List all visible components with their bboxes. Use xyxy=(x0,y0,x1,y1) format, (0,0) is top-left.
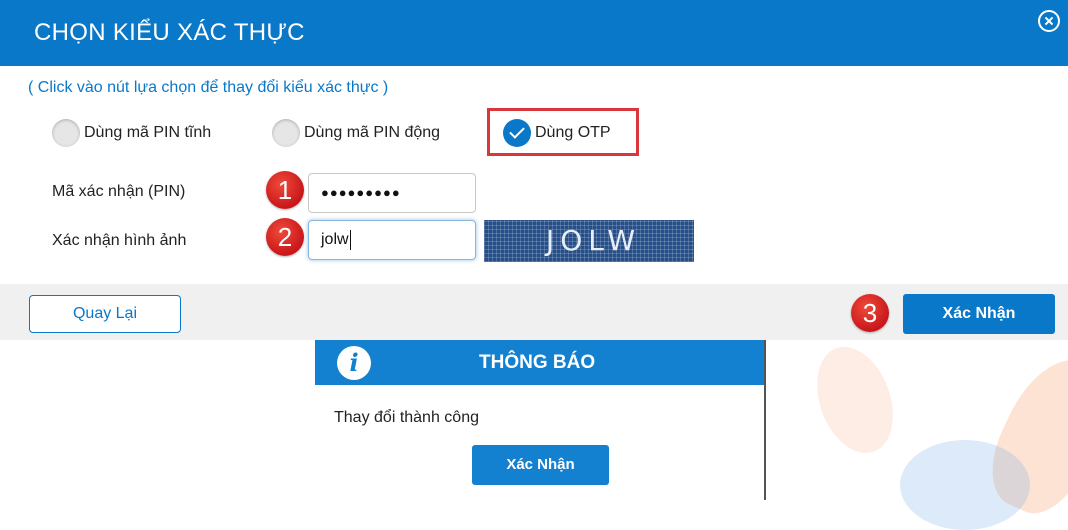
info-icon: i xyxy=(337,346,371,380)
notification-message: Thay đổi thành công xyxy=(334,409,479,426)
radio-otp[interactable]: Dùng OTP xyxy=(503,116,611,150)
notification-dialog: i THÔNG BÁO Thay đổi thành công Xác Nhận xyxy=(315,340,766,500)
watermark-shape xyxy=(803,336,907,464)
watermark-shape xyxy=(900,440,1030,530)
captcha-image-text: JOLW xyxy=(546,224,642,257)
pin-label: Mã xác nhận (PIN) xyxy=(52,183,186,200)
radio-dynamic-pin-label: Dùng mã PIN động xyxy=(304,124,441,141)
pin-input[interactable]: ●●●●●●●●● xyxy=(308,173,476,213)
captcha-input-value: jolw xyxy=(321,231,349,248)
notification-header: i THÔNG BÁO xyxy=(315,340,764,385)
close-icon[interactable] xyxy=(1038,10,1060,32)
radio-unchecked-icon[interactable] xyxy=(52,119,80,147)
dialog-titlebar: CHỌN KIỂU XÁC THỰC xyxy=(0,0,1068,66)
confirm-button[interactable]: Xác Nhận xyxy=(903,294,1055,334)
step-badge-3: 3 xyxy=(851,294,889,332)
instruction-text: ( Click vào nút lựa chọn để thay đổi kiể… xyxy=(28,79,389,96)
radio-unchecked-icon[interactable] xyxy=(272,119,300,147)
captcha-image: JOLW xyxy=(484,220,694,262)
step-badge-2: 2 xyxy=(266,218,304,256)
auth-type-dialog: CHỌN KIỂU XÁC THỰC ( Click vào nút lựa c… xyxy=(0,0,1068,340)
radio-static-pin[interactable]: Dùng mã PIN tĩnh xyxy=(52,116,211,150)
pin-masked-value: ●●●●●●●●● xyxy=(321,185,401,200)
step-badge-1: 1 xyxy=(266,171,304,209)
dialog-title: CHỌN KIỂU XÁC THỰC xyxy=(34,19,305,46)
radio-checked-icon[interactable] xyxy=(503,119,531,147)
notification-confirm-button[interactable]: Xác Nhận xyxy=(472,445,609,485)
back-button[interactable]: Quay Lại xyxy=(29,295,181,333)
radio-otp-label: Dùng OTP xyxy=(535,124,611,141)
radio-static-pin-label: Dùng mã PIN tĩnh xyxy=(84,124,212,141)
text-caret xyxy=(349,229,351,250)
captcha-label: Xác nhận hình ảnh xyxy=(52,232,187,249)
notification-title: THÔNG BÁO xyxy=(479,352,596,373)
radio-dynamic-pin[interactable]: Dùng mã PIN động xyxy=(272,116,440,150)
captcha-input[interactable]: jolw xyxy=(308,220,476,260)
